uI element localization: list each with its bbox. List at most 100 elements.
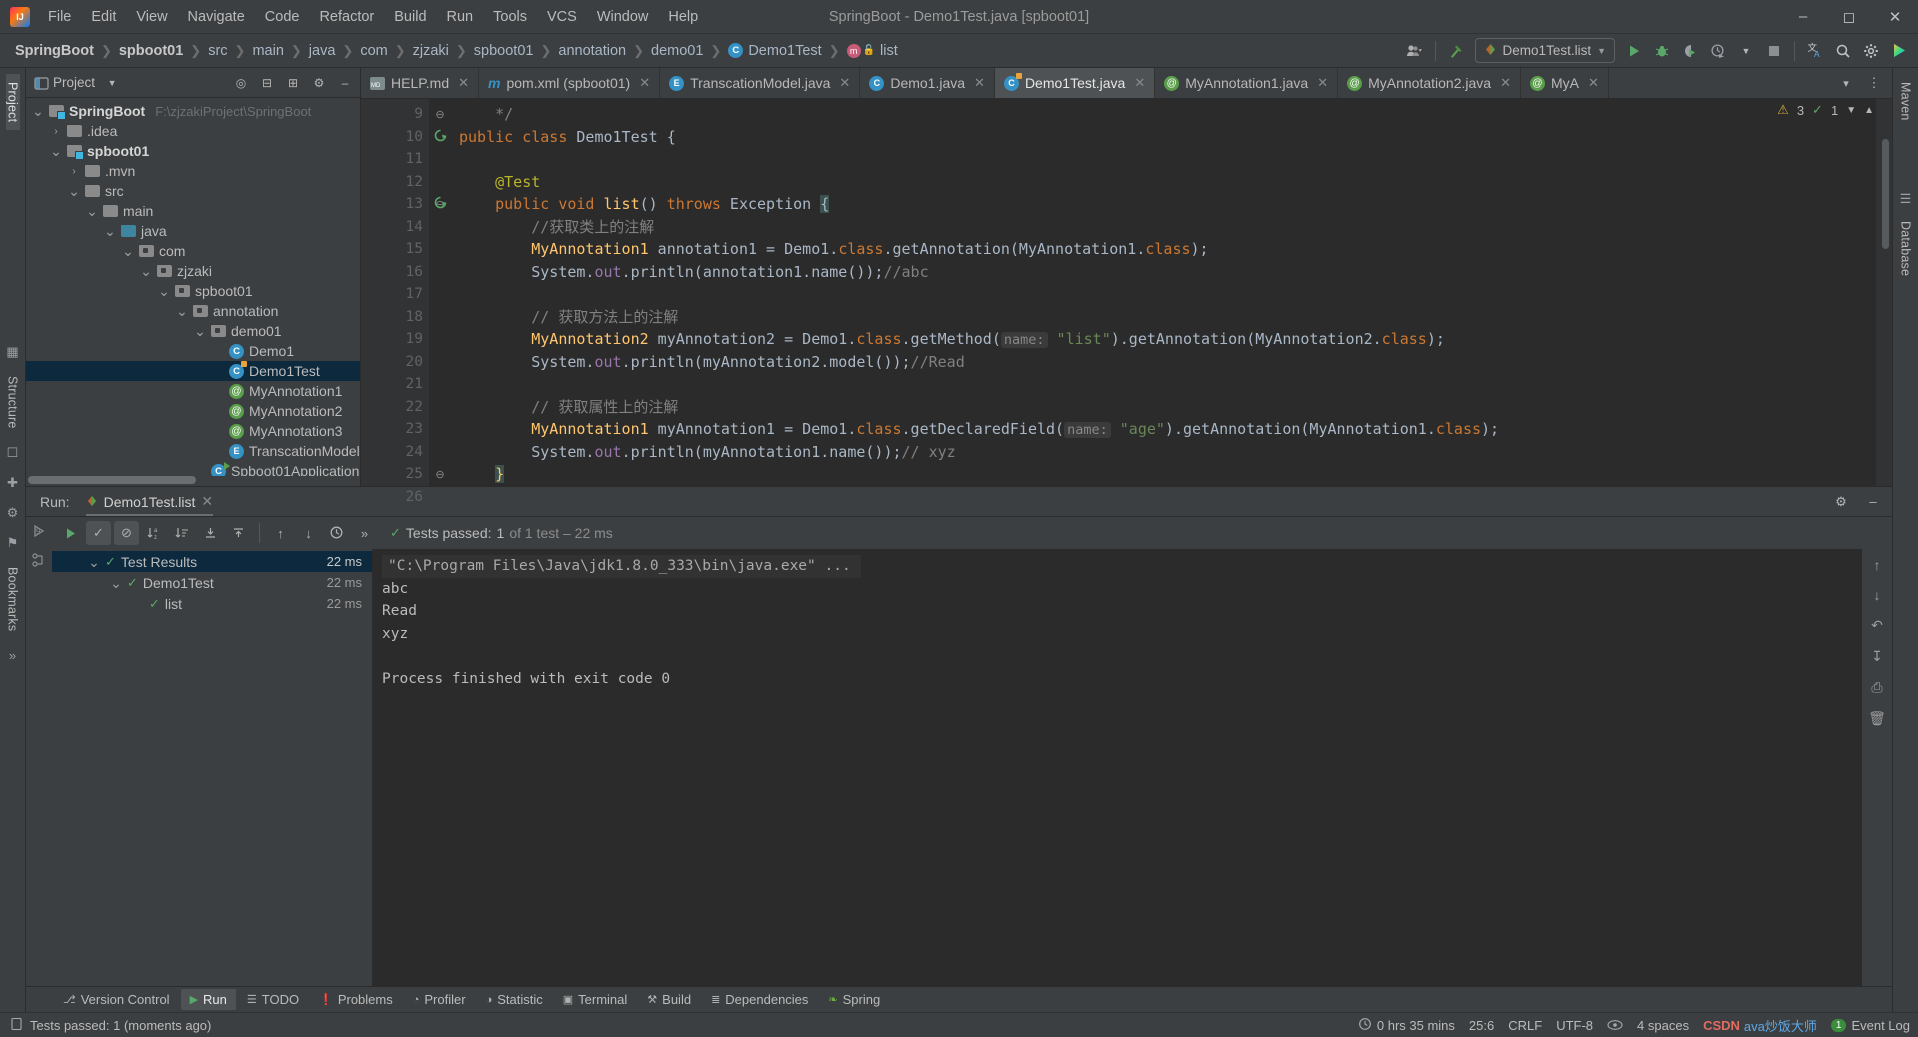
indent-setting[interactable]: 4 spaces (1637, 1018, 1689, 1033)
run-gutter-icon[interactable] (434, 129, 447, 145)
rail-item-database[interactable]: Database (1899, 213, 1913, 284)
timer-widget[interactable]: 0 hrs 35 mins (1358, 1017, 1455, 1034)
tool-window-button-terminal[interactable]: ▣ Terminal (554, 989, 637, 1010)
rail-item-project[interactable]: Project (5, 74, 20, 131)
event-log[interactable]: 1 Event Log (1830, 1018, 1910, 1033)
collapse-all-icon[interactable]: ⊞ (282, 72, 304, 94)
menu-item-file[interactable]: File (38, 5, 81, 29)
file-encoding[interactable]: UTF-8 (1556, 1018, 1593, 1033)
menu-item-window[interactable]: Window (587, 5, 659, 29)
breadcrumb-item-main[interactable]: main (249, 41, 286, 61)
breadcrumb-item-com[interactable]: com (357, 41, 390, 61)
editor-scrollbar[interactable] (1876, 99, 1892, 486)
hammer-build-icon[interactable] (1443, 39, 1469, 63)
tree-node-com[interactable]: ⌄ com (26, 241, 360, 261)
rail-item-structure[interactable]: Structure (6, 368, 20, 437)
breadcrumb-item-demo1test[interactable]: C Demo1Test (725, 41, 824, 61)
chevron-down-icon[interactable]: ▼ (1733, 39, 1759, 63)
breadcrumb-item-spboot01[interactable]: spboot01 (116, 41, 186, 61)
tree-node-demo1test[interactable]: C Demo1Test (26, 360, 360, 381)
code-content[interactable]: */ public class Demo1Test { @Test public … (451, 99, 1876, 486)
clear-all-icon[interactable]: 🗑 (1868, 710, 1886, 727)
run-tab[interactable]: Demo1Test.list ✕ (78, 490, 222, 516)
status-message[interactable]: Tests passed: 1 (moments ago) (30, 1018, 211, 1033)
tree-node-demo01[interactable]: ⌄ demo01 (26, 321, 360, 341)
menu-item-code[interactable]: Code (255, 5, 310, 29)
hide-ignored-tests-icon[interactable]: ⊘ (114, 521, 139, 545)
expand-all-icon[interactable] (198, 521, 223, 545)
tool-window-button-run[interactable]: ▶ Run (180, 989, 236, 1010)
database-table-icon[interactable]: ☰ (1896, 189, 1916, 209)
breadcrumb-item-java[interactable]: java (306, 41, 339, 61)
test-tree-row-test-results[interactable]: ⌄ ✓ Test Results 22 ms (52, 551, 372, 572)
test-tree-row-list[interactable]: ✓ list 22 ms (52, 593, 372, 614)
run-configuration-selector[interactable]: Demo1Test.list ▼ (1474, 38, 1615, 63)
search-icon[interactable] (1830, 39, 1856, 63)
tree-node-annotation[interactable]: ⌄ annotation (26, 301, 360, 321)
scroll-to-end-icon[interactable]: ↧ (1871, 648, 1883, 665)
locate-file-icon[interactable]: ◎ (230, 72, 252, 94)
caret-position[interactable]: 25:6 (1469, 1018, 1494, 1033)
bookmarks-star-icon[interactable]: ⚑ (3, 533, 23, 553)
fold-column[interactable]: ⊖ ⊖ ⊖ (429, 99, 451, 486)
tool-window-button-problems[interactable]: ❗ Problems (310, 989, 402, 1010)
chevron-down-icon[interactable]: ⌄ (104, 224, 116, 238)
chevron-down-icon[interactable]: ▼ (101, 72, 123, 94)
tool-window-button-build[interactable]: ⚒ Build (638, 989, 700, 1010)
project-tree[interactable]: ⌄ SpringBoot F:\zjzakiProject\SpringBoot ›.… (26, 98, 360, 486)
editor-tab-pom-xml-spboot01-[interactable]: m pom.xml (spboot01) ✕ (479, 68, 661, 98)
toggle-auto-test-icon[interactable] (31, 552, 47, 571)
close-icon[interactable]: ✕ (639, 75, 650, 91)
close-icon[interactable]: ✕ (974, 75, 985, 91)
menu-item-help[interactable]: Help (658, 5, 708, 29)
test-history-icon[interactable] (324, 521, 349, 545)
sort-alphabetically-icon[interactable]: az (142, 521, 167, 545)
fold-marker[interactable]: ⊖ (429, 463, 451, 486)
tree-node-src[interactable]: ⌄ src (26, 181, 360, 201)
close-icon[interactable]: ✕ (458, 75, 469, 91)
tree-node-demo1[interactable]: C Demo1 (26, 341, 360, 361)
tree-node--mvn[interactable]: › .mvn (26, 161, 360, 181)
collapse-all-icon[interactable] (226, 521, 251, 545)
editor-tab-help-md[interactable]: MD HELP.md ✕ (361, 68, 480, 98)
tool-window-button-spring[interactable]: ❧ Spring (819, 989, 889, 1010)
chevron-down-icon[interactable]: ⌄ (110, 576, 122, 590)
expand-all-icon[interactable]: ⊟ (256, 72, 278, 94)
chevron-down-icon[interactable]: ⌄ (140, 264, 152, 278)
tree-node-spboot01[interactable]: ⌄ spboot01 (26, 281, 360, 301)
close-icon[interactable]: ✕ (839, 75, 850, 91)
idea-assistant-icon[interactable] (1886, 39, 1912, 63)
build-variants-icon[interactable]: ⚙ (3, 503, 23, 523)
test-tree-row-demo1test[interactable]: ⌄ ✓ Demo1Test 22 ms (52, 572, 372, 593)
structure-icon[interactable]: ▦ (3, 342, 23, 362)
eye-icon[interactable] (1607, 1019, 1623, 1031)
code-editor[interactable]: ⚠ 3 ✓ 1 ▼ ▲ 9 10 11 12 13 14 15 16 17 18 19 20 21 22 2… (361, 99, 1892, 505)
fold-marker[interactable]: ⊖ (429, 103, 451, 126)
translate-icon[interactable]: 文A (1802, 39, 1828, 63)
tool-window-button-dependencies[interactable]: ≣ Dependencies (702, 989, 817, 1010)
maximize-icon[interactable]: ◻ (1826, 0, 1872, 34)
soft-wrap-icon[interactable]: ↶ (1871, 617, 1883, 634)
minimize-icon[interactable]: – (1780, 0, 1826, 34)
hide-panel-icon[interactable]: – (334, 72, 356, 94)
menu-item-edit[interactable]: Edit (81, 5, 126, 29)
chevron-down-icon[interactable]: ⌄ (86, 204, 98, 218)
close-icon[interactable]: ✕ (1500, 75, 1511, 91)
run-with-coverage-icon[interactable] (1677, 39, 1703, 63)
scroll-up-icon[interactable]: ↑ (1874, 557, 1881, 573)
menu-item-run[interactable]: Run (437, 5, 484, 29)
breadcrumb-item-list[interactable]: m 🔓 list (844, 41, 901, 61)
tool-window-button-profiler[interactable]: ◔ Profiler (404, 989, 475, 1010)
tree-node-java[interactable]: ⌄ java (26, 221, 360, 241)
chevron-down-icon[interactable]: ⌄ (176, 304, 188, 318)
editor-tab-myannotation2-java[interactable]: @ MyAnnotation2.java ✕ (1338, 68, 1521, 98)
breadcrumb-item-springboot[interactable]: SpringBoot (12, 41, 97, 61)
more-tools-icon[interactable]: » (3, 645, 23, 665)
editor-tab-myannotation1-java[interactable]: @ MyAnnotation1.java ✕ (1155, 68, 1339, 98)
stop-icon[interactable] (1761, 39, 1787, 63)
rail-item-bookmarks[interactable]: Bookmarks (6, 559, 20, 639)
chevron-down-icon[interactable]: ⌄ (194, 324, 206, 338)
chevron-down-icon[interactable]: ▾ (1833, 71, 1859, 95)
chevron-down-icon[interactable]: ⌄ (88, 555, 100, 569)
debug-icon[interactable] (1649, 39, 1675, 63)
